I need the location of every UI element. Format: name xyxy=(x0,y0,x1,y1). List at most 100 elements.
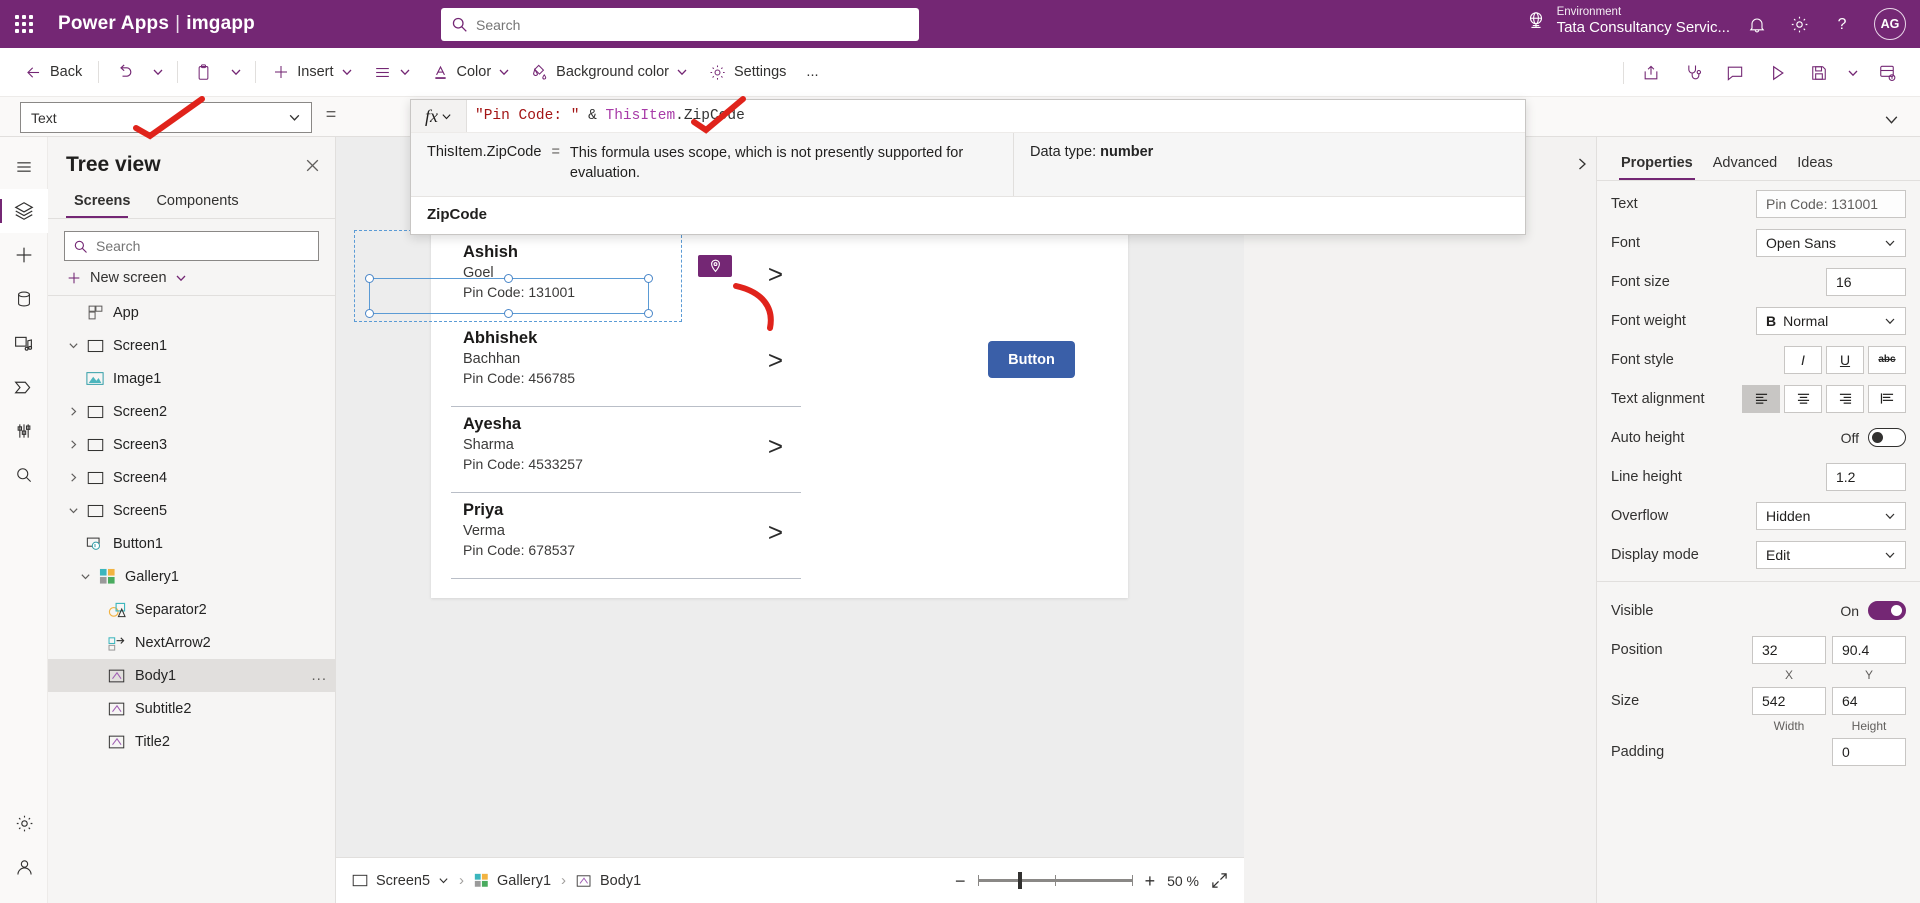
rail-account-icon[interactable] xyxy=(0,845,48,889)
paste-icon[interactable] xyxy=(184,55,223,89)
breadcrumb-gallery1[interactable]: Gallery1 xyxy=(474,873,551,889)
save-icon[interactable] xyxy=(1798,56,1840,90)
auto-height-toggle[interactable] xyxy=(1868,428,1906,447)
settings-button[interactable]: Settings xyxy=(698,55,796,89)
fit-screen-icon[interactable] xyxy=(1211,872,1228,889)
tree-item-image1[interactable]: Image1 xyxy=(48,362,335,395)
italic-icon[interactable]: I xyxy=(1784,346,1822,374)
preview-play-icon[interactable] xyxy=(1756,56,1798,90)
gallery-row[interactable]: Abhishek Bachhan Pin Code: 456785 > xyxy=(451,321,801,407)
notifications-icon[interactable] xyxy=(1747,14,1767,34)
new-screen-button[interactable]: New screen xyxy=(48,261,335,295)
tree-item-screen4[interactable]: Screen4 xyxy=(48,461,335,494)
back-button[interactable]: Back xyxy=(14,55,92,89)
tree-item-screen1[interactable]: Screen1 xyxy=(48,329,335,362)
avatar[interactable]: AG xyxy=(1874,8,1906,40)
tree-item-nextarrow2[interactable]: NextArrow2 xyxy=(48,626,335,659)
chevron-down-icon[interactable] xyxy=(62,340,84,351)
chevron-down-icon[interactable] xyxy=(74,571,96,582)
next-arrow-icon[interactable]: > xyxy=(768,433,783,459)
resize-handle-top-center[interactable] xyxy=(504,274,513,283)
comments-icon[interactable] xyxy=(1714,56,1756,90)
font-weight-dropdown[interactable]: B Normal xyxy=(1756,307,1906,335)
underline-icon[interactable]: U xyxy=(1826,346,1864,374)
align-center-icon[interactable] xyxy=(1784,385,1822,413)
size-height-input[interactable]: 64 xyxy=(1832,687,1906,715)
more-commands-button[interactable]: ... xyxy=(796,55,828,89)
rail-variables-icon[interactable] xyxy=(0,409,48,453)
zoom-slider[interactable] xyxy=(978,879,1133,882)
font-size-input[interactable]: 16 xyxy=(1826,268,1906,296)
chevron-down-icon[interactable] xyxy=(62,505,84,516)
breadcrumb-body1[interactable]: Body1 xyxy=(576,873,641,889)
fx-button[interactable]: fx xyxy=(411,100,467,132)
rail-data-database-icon[interactable] xyxy=(0,277,48,321)
rail-power-automate-icon[interactable] xyxy=(0,365,48,409)
global-search[interactable] xyxy=(441,8,919,41)
settings-icon[interactable] xyxy=(1789,14,1810,35)
tree-item-title2[interactable]: Title2 xyxy=(48,725,335,758)
position-x-input[interactable]: 32 xyxy=(1752,636,1826,664)
layout-icon[interactable] xyxy=(363,55,421,89)
tab-advanced[interactable]: Advanced xyxy=(1703,149,1788,180)
brand-title[interactable]: Power Apps|imgapp xyxy=(58,13,255,35)
text-value-field[interactable]: Pin Code: 131001 xyxy=(1756,190,1906,218)
font-dropdown[interactable]: Open Sans xyxy=(1756,229,1906,257)
app-canvas[interactable]: Ashish Goel Pin Code: 131001 > Abhishek … xyxy=(336,137,1244,903)
size-width-input[interactable]: 542 xyxy=(1752,687,1826,715)
publish-icon[interactable] xyxy=(1866,56,1908,90)
resize-handle-top-left[interactable] xyxy=(365,274,374,283)
button-control[interactable]: Button xyxy=(988,341,1075,378)
rail-tree-view-layers-icon[interactable] xyxy=(0,189,48,233)
tree-item-button1[interactable]: Button1 xyxy=(48,527,335,560)
line-height-input[interactable]: 1.2 xyxy=(1826,463,1906,491)
resize-handle-bottom-left[interactable] xyxy=(365,309,374,318)
tree-search-input[interactable] xyxy=(96,238,310,254)
tree-item-app[interactable]: App xyxy=(48,296,335,329)
chevron-right-icon[interactable] xyxy=(62,472,84,483)
tab-ideas[interactable]: Ideas xyxy=(1787,149,1842,180)
save-chevron-down-icon[interactable] xyxy=(1840,56,1866,90)
close-icon[interactable] xyxy=(304,157,321,174)
zoom-out-button[interactable]: − xyxy=(955,872,966,890)
formula-bar-collapse-chevron-icon[interactable] xyxy=(1876,104,1906,134)
tree-search[interactable] xyxy=(64,231,319,261)
formula-input-row[interactable]: fx "Pin Code: " & ThisItem.ZipCode xyxy=(411,100,1525,133)
resize-handle-bottom-right[interactable] xyxy=(644,309,653,318)
strikethrough-icon[interactable]: abc xyxy=(1868,346,1906,374)
tree-item-separator2[interactable]: Separator2 xyxy=(48,593,335,626)
tree-item-screen2[interactable]: Screen2 xyxy=(48,395,335,428)
tree-item-overflow-menu[interactable]: ... xyxy=(311,667,327,684)
position-y-input[interactable]: 90.4 xyxy=(1832,636,1906,664)
paste-chevron-down-icon[interactable] xyxy=(223,55,249,89)
rail-media-icon[interactable] xyxy=(0,321,48,365)
breadcrumb-screen5[interactable]: Screen5 xyxy=(352,873,449,889)
align-left-icon[interactable] xyxy=(1742,385,1780,413)
undo-icon[interactable] xyxy=(105,55,145,89)
search-input[interactable] xyxy=(476,17,909,33)
control-selection-box[interactable] xyxy=(369,278,649,314)
app-launcher-icon[interactable] xyxy=(0,0,48,48)
next-arrow-icon[interactable]: > xyxy=(768,347,783,373)
tree-item-screen5[interactable]: Screen5 xyxy=(48,494,335,527)
insert-button[interactable]: Insert xyxy=(262,55,362,89)
tree-item-body1[interactable]: Body1 ... xyxy=(48,659,335,692)
environment-selector[interactable]: Environment Tata Consultancy Servic... xyxy=(1525,6,1730,36)
tab-properties[interactable]: Properties xyxy=(1611,149,1703,180)
check-health-icon[interactable] xyxy=(1672,56,1714,90)
padding-input[interactable]: 0 xyxy=(1832,738,1906,766)
tab-components[interactable]: Components xyxy=(148,187,246,218)
display-mode-dropdown[interactable]: Edit xyxy=(1756,541,1906,569)
gallery-row[interactable]: Ayesha Sharma Pin Code: 4533257 > xyxy=(451,407,801,493)
next-arrow-icon[interactable]: > xyxy=(768,261,783,287)
menu-hamburger-icon[interactable] xyxy=(0,145,48,189)
tab-screens[interactable]: Screens xyxy=(66,187,138,218)
gallery-row[interactable]: Priya Verma Pin Code: 678537 > xyxy=(451,493,801,579)
overflow-dropdown[interactable]: Hidden xyxy=(1756,502,1906,530)
resize-handle-top-right[interactable] xyxy=(644,274,653,283)
help-icon[interactable]: ? xyxy=(1832,14,1852,34)
properties-panel-expand-chevron-icon[interactable] xyxy=(1568,150,1596,178)
tree-item-gallery1[interactable]: Gallery1 xyxy=(48,560,335,593)
visible-toggle[interactable] xyxy=(1868,601,1906,620)
zoom-in-button[interactable]: + xyxy=(1145,872,1156,890)
